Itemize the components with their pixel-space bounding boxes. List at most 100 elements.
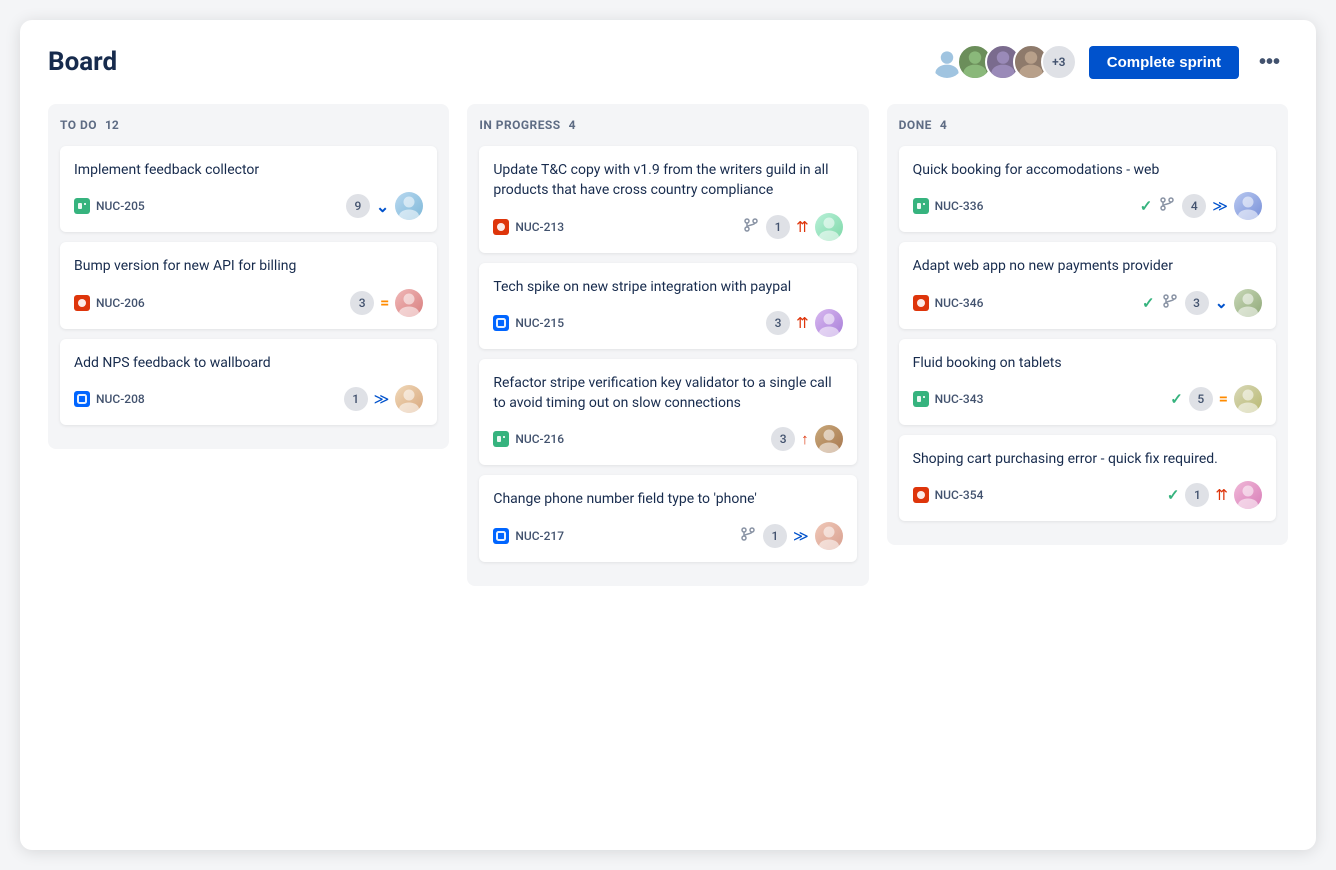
story-point-badge: 3: [766, 311, 790, 335]
card-footer: NUC-206 3=: [74, 289, 423, 317]
ticket-icon-green: [913, 391, 929, 407]
story-point-badge: 1: [1185, 483, 1209, 507]
ticket-icon-green: [913, 198, 929, 214]
header: Board +3 Complete sprint •••: [48, 44, 1288, 80]
column-title-todo: TO DO: [60, 118, 97, 132]
card-nuc-213[interactable]: Update T&C copy with v1.9 from the write…: [479, 146, 856, 253]
card-footer: NUC-213 1 ⇈: [493, 213, 842, 241]
ticket-label: NUC-206: [96, 296, 145, 310]
ticket-label: NUC-354: [935, 488, 984, 502]
card-nuc-206[interactable]: Bump version for new API for billing NUC…: [60, 242, 437, 328]
complete-sprint-button[interactable]: Complete sprint: [1089, 46, 1239, 79]
priority-equals-icon: =: [380, 293, 389, 312]
ticket-label: NUC-208: [96, 392, 145, 406]
priority-chevron-double-down-icon: ≫: [793, 527, 809, 545]
card-avatar: [1234, 385, 1262, 413]
priority-arrow-up-double-icon: ⇈: [796, 314, 809, 332]
card-avatar: [815, 309, 843, 337]
card-nuc-217[interactable]: Change phone number field type to 'phone…: [479, 475, 856, 561]
story-point-badge: 1: [344, 387, 368, 411]
priority-chevron-double-down-icon: ≫: [374, 390, 390, 408]
priority-arrow-up-double-icon: ⇈: [796, 218, 809, 236]
card-avatar: [1234, 192, 1262, 220]
ticket-icon-red: [493, 219, 509, 235]
ticket-icon-blue: [74, 391, 90, 407]
ticket-label: NUC-336: [935, 199, 984, 213]
card-avatar: [1234, 481, 1262, 509]
card-nuc-343[interactable]: Fluid booking on tablets NUC-343 ✓ 5 =: [899, 339, 1276, 425]
card-nuc-336[interactable]: Quick booking for accomodations - web NU…: [899, 146, 1276, 232]
ticket-label: NUC-215: [515, 316, 564, 330]
column-count-inprogress: 4: [569, 118, 576, 132]
column-todo: TO DO 12 Implement feedback collector NU…: [48, 104, 449, 449]
card-title: Implement feedback collector: [74, 160, 423, 180]
card-nuc-216[interactable]: Refactor stripe verification key validat…: [479, 359, 856, 466]
board: TO DO 12 Implement feedback collector NU…: [48, 104, 1288, 586]
branch-icon: [744, 218, 758, 236]
card-nuc-208[interactable]: Add NPS feedback to wallboard NUC-208 1 ≫: [60, 339, 437, 425]
ticket-label: NUC-205: [96, 199, 145, 213]
card-title: Adapt web app no new payments provider: [913, 256, 1262, 276]
story-point-badge: 9: [346, 194, 370, 218]
story-point-badge: 3: [1185, 291, 1209, 315]
ticket-icon-red: [74, 295, 90, 311]
card-footer: NUC-216 3 ↑: [493, 425, 842, 453]
priority-arrow-up-double-icon: ⇈: [1215, 486, 1228, 504]
ticket-label: NUC-343: [935, 392, 984, 406]
check-icon: ✓: [1140, 197, 1153, 215]
card-nuc-205[interactable]: Implement feedback collector NUC-205 9 ⌄: [60, 146, 437, 232]
card-title: Tech spike on new stripe integration wit…: [493, 277, 842, 297]
story-point-badge: 5: [1189, 387, 1213, 411]
more-options-button[interactable]: •••: [1251, 47, 1288, 78]
ticket-icon-green: [493, 431, 509, 447]
story-point-badge: 4: [1182, 194, 1206, 218]
column-done: DONE 4 Quick booking for accomodations -…: [887, 104, 1288, 545]
card-title: Update T&C copy with v1.9 from the write…: [493, 160, 842, 201]
card-avatar: [395, 385, 423, 413]
priority-arrow-up-icon: ↑: [801, 430, 809, 448]
team-avatars: +3: [929, 44, 1077, 80]
card-avatar: [1234, 289, 1262, 317]
card-avatar: [815, 522, 843, 550]
story-point-badge: 1: [763, 524, 787, 548]
card-avatar: [395, 192, 423, 220]
branch-icon: [1160, 197, 1174, 215]
column-title-inprogress: IN PROGRESS: [479, 118, 560, 132]
branch-icon: [741, 527, 755, 545]
card-nuc-346[interactable]: Adapt web app no new payments provider N…: [899, 242, 1276, 328]
card-footer: NUC-346 ✓ 3⌄: [913, 289, 1262, 317]
branch-icon: [1163, 294, 1177, 312]
avatar-extra-count[interactable]: +3: [1041, 44, 1077, 80]
priority-equals-icon: =: [1219, 389, 1228, 408]
card-avatar: [395, 289, 423, 317]
column-count-done: 4: [940, 118, 947, 132]
column-title-done: DONE: [899, 118, 932, 132]
story-point-badge: 1: [766, 215, 790, 239]
card-title: Refactor stripe verification key validat…: [493, 373, 842, 414]
card-title: Shoping cart purchasing error - quick fi…: [913, 449, 1262, 469]
card-title: Add NPS feedback to wallboard: [74, 353, 423, 373]
ticket-icon-red: [913, 487, 929, 503]
column-count-todo: 12: [105, 118, 119, 132]
check-icon: ✓: [1142, 294, 1155, 312]
ticket-icon-green: [74, 198, 90, 214]
header-right: +3 Complete sprint •••: [929, 44, 1288, 80]
check-icon: ✓: [1170, 390, 1183, 408]
card-nuc-215[interactable]: Tech spike on new stripe integration wit…: [479, 263, 856, 349]
story-point-badge: 3: [771, 427, 795, 451]
priority-chevron-down-icon: ⌄: [376, 197, 389, 216]
ticket-label: NUC-346: [935, 296, 984, 310]
card-avatar: [815, 213, 843, 241]
check-icon: ✓: [1167, 486, 1180, 504]
column-header-inprogress: IN PROGRESS 4: [479, 118, 856, 132]
card-avatar: [815, 425, 843, 453]
card-footer: NUC-343 ✓ 5 =: [913, 385, 1262, 413]
card-title: Quick booking for accomodations - web: [913, 160, 1262, 180]
column-inprogress: IN PROGRESS 4 Update T&C copy with v1.9 …: [467, 104, 868, 586]
card-title: Fluid booking on tablets: [913, 353, 1262, 373]
column-header-done: DONE 4: [899, 118, 1276, 132]
card-nuc-354[interactable]: Shoping cart purchasing error - quick fi…: [899, 435, 1276, 521]
ticket-icon-blue: [493, 315, 509, 331]
ticket-label: NUC-213: [515, 220, 564, 234]
ticket-label: NUC-216: [515, 432, 564, 446]
